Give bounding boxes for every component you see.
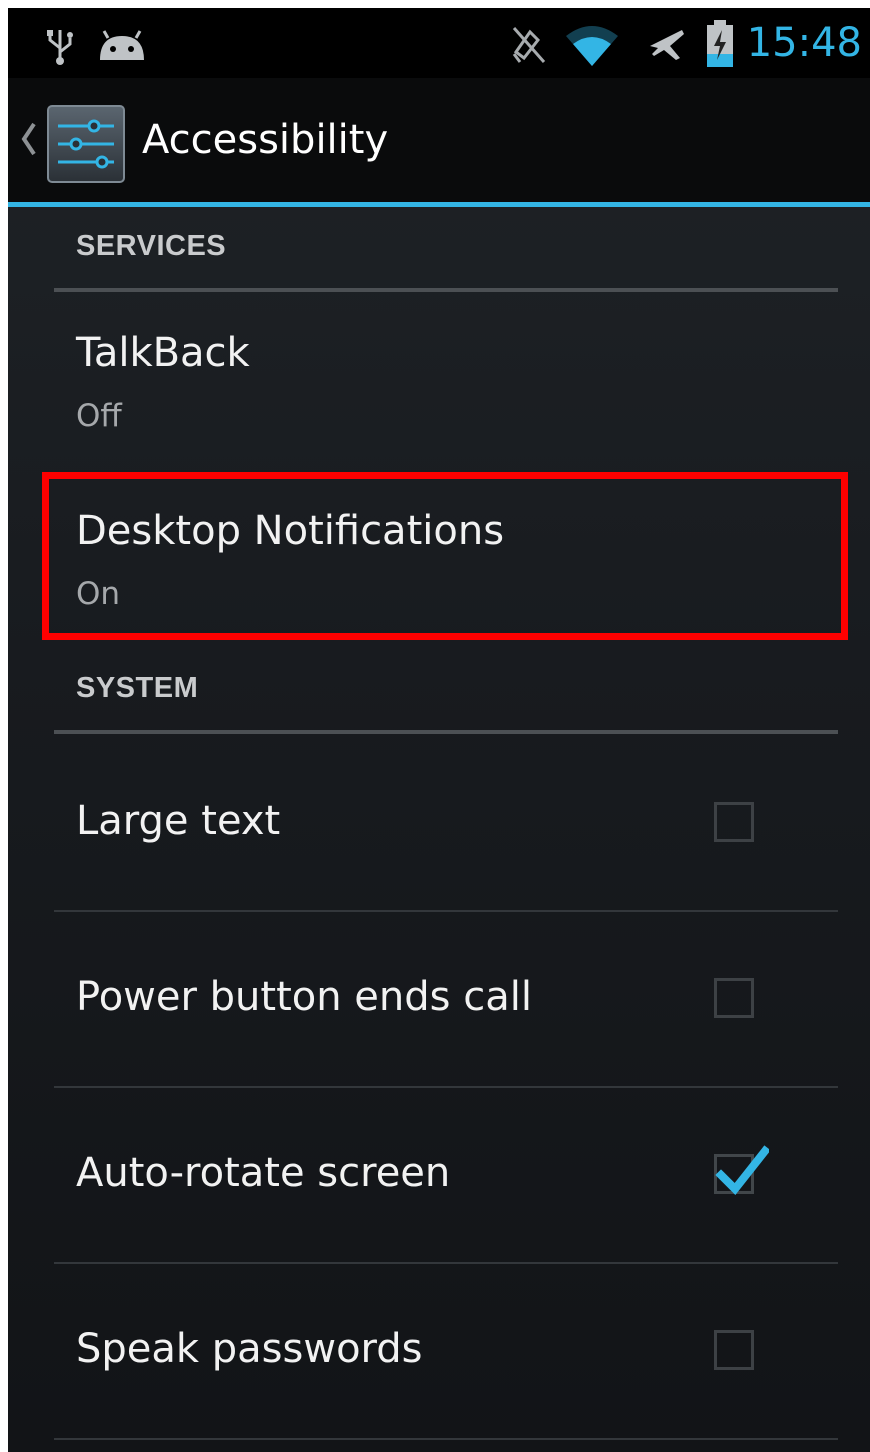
row-divider (54, 1262, 838, 1264)
back-caret-icon[interactable] (20, 120, 38, 162)
power-button-ends-call-checkbox[interactable] (714, 978, 754, 1018)
pref-title: Speak passwords (76, 1326, 423, 1372)
android-settings-screen: 15:48 Accessibility SERVICES TalkBack Of… (8, 8, 870, 1452)
usb-icon (44, 26, 76, 70)
mute-icon (508, 22, 550, 70)
pref-title: Power button ends call (76, 974, 532, 1020)
highlight-box (42, 472, 848, 640)
action-bar (8, 78, 870, 202)
category-divider (54, 288, 838, 292)
wifi-icon (564, 24, 620, 72)
pref-title: Large text (76, 798, 281, 844)
action-bar-divider (8, 202, 870, 207)
page-title: Accessibility (142, 117, 389, 163)
row-divider (54, 1438, 838, 1440)
speak-passwords-checkbox[interactable] (714, 1330, 754, 1370)
status-bar: 15:48 (8, 8, 870, 78)
android-debug-icon (96, 30, 148, 68)
pref-summary: Off (76, 398, 122, 434)
auto-rotate-screen-checkbox[interactable] (714, 1145, 769, 1196)
status-clock: 15:48 (746, 20, 862, 66)
row-divider (54, 910, 838, 912)
settings-sliders-icon[interactable] (46, 104, 126, 188)
category-label-services: SERVICES (76, 230, 227, 262)
airplane-mode-icon (644, 24, 688, 70)
pref-title: TalkBack (76, 330, 250, 376)
category-divider (54, 730, 838, 734)
pref-title: Auto-rotate screen (76, 1150, 451, 1196)
category-label-system: SYSTEM (76, 672, 199, 704)
battery-charging-icon (706, 20, 734, 72)
checkmark-icon (715, 1145, 769, 1196)
row-divider (54, 1086, 838, 1088)
large-text-checkbox[interactable] (714, 802, 754, 842)
